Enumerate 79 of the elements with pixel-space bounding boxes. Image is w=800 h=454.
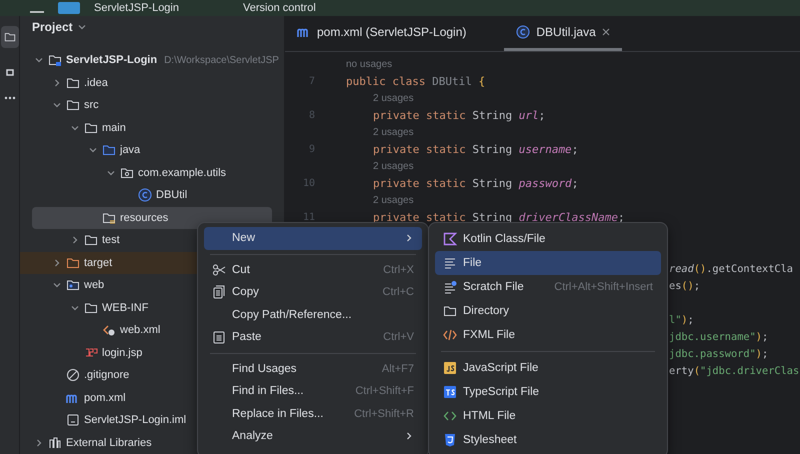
folder-icon (66, 256, 80, 270)
folder-icon (66, 98, 80, 112)
scratch-file-icon (443, 280, 457, 294)
code-line: read().getContextCla (669, 262, 794, 274)
panel-title[interactable]: Project (32, 20, 73, 34)
menu-item[interactable]: Analyze (204, 425, 422, 448)
project-name[interactable]: ServletJSP-Login (94, 2, 179, 14)
code-line: erty("jdbc.driverClas (669, 364, 800, 376)
chevron-right-icon[interactable] (52, 78, 62, 88)
kotlin-icon (443, 232, 457, 246)
chevron-right-icon (404, 431, 414, 442)
stylesheet-icon (443, 433, 457, 447)
code-line: private static String url; (373, 109, 546, 122)
tree-item[interactable]: ServletJSP-Login D:\Workspace\ServletJSP (20, 49, 284, 72)
editor-tab[interactable]: pom.xml (ServletJSP-Login) (285, 16, 478, 51)
scissors-icon (212, 262, 226, 277)
code-line: l"); (669, 314, 694, 326)
menu-item[interactable]: Find in Files... Ctrl+Shift+F (204, 380, 422, 402)
menu-item[interactable]: Scratch File Ctrl+Alt+Shift+Insert (435, 275, 661, 299)
tree-item[interactable]: main (20, 116, 284, 139)
typescript-icon (443, 385, 457, 399)
tree-item[interactable]: src (20, 94, 284, 116)
menu-item[interactable]: FXML File (435, 323, 661, 347)
javascript-icon (443, 361, 457, 375)
chevron-right-icon (404, 233, 414, 244)
web-folder-icon (66, 278, 80, 292)
more-icon[interactable] (4, 96, 16, 100)
chevron-right-icon[interactable] (34, 438, 44, 448)
text-file-icon (443, 256, 457, 270)
menu-item[interactable]: Stylesheet (435, 428, 661, 452)
class-icon (516, 25, 530, 39)
code-line: private static String username; (373, 143, 578, 156)
tree-item[interactable]: resources (32, 206, 272, 229)
code-line: public class DBUtil { (346, 75, 486, 88)
code-line: private static String password; (373, 177, 578, 190)
menu-item[interactable]: JavaScript File (435, 356, 661, 380)
library-icon (48, 436, 62, 450)
tree-item[interactable]: .idea (20, 72, 284, 94)
project-tool-button[interactable] (0, 26, 18, 48)
folder-icon (443, 304, 457, 318)
clipboard-icon (212, 330, 226, 344)
module-file-icon (66, 413, 80, 428)
menu-item[interactable]: Copy Path/Reference... (204, 304, 422, 326)
folder-icon (4, 31, 16, 43)
vcs-widget[interactable]: Version control (243, 2, 316, 14)
resources-folder-icon (102, 210, 116, 225)
project-folder-icon (48, 53, 62, 68)
menu-item[interactable]: File (435, 251, 661, 275)
menu-item[interactable]: TypeScript File (435, 380, 661, 404)
copy-icon (212, 285, 226, 300)
folder-icon (84, 233, 98, 248)
code-tag-icon (443, 328, 457, 342)
menu-item[interactable]: Copy Ctrl+C (204, 281, 422, 304)
project-path: D:\Workspace\ServletJSP (164, 54, 279, 66)
folder-icon (66, 76, 80, 90)
class-icon (138, 188, 152, 202)
menu-item[interactable]: HTML File (435, 404, 661, 428)
close-icon[interactable] (602, 28, 610, 36)
menu-item[interactable]: New (204, 227, 422, 250)
project-badge-icon (58, 2, 80, 14)
folder-icon (84, 120, 98, 135)
menu-item[interactable]: Directory (435, 299, 661, 323)
code-line: es(); (669, 280, 700, 292)
code-line: jdbc.username"); (669, 330, 768, 342)
chevron-right-icon[interactable] (70, 235, 80, 246)
code-line: jdbc.password"); (669, 348, 768, 360)
tree-item[interactable]: DBUtil (20, 184, 284, 206)
package-icon (120, 166, 134, 180)
menu-item[interactable]: Replace in Files... Ctrl+Shift+R (204, 402, 422, 425)
folder-icon (102, 143, 116, 158)
chevron-right-icon[interactable] (52, 258, 62, 268)
tree-item[interactable]: java (20, 139, 284, 162)
tree-item[interactable]: com.example.utils (20, 162, 284, 184)
editor-tab[interactable]: DBUtil.java (504, 16, 622, 51)
ignore-file-icon (66, 368, 80, 382)
menu-item[interactable]: Kotlin Class/File (435, 227, 661, 251)
folder-icon (84, 300, 98, 315)
code-brackets-icon (443, 409, 457, 423)
xml-file-icon (102, 323, 116, 338)
